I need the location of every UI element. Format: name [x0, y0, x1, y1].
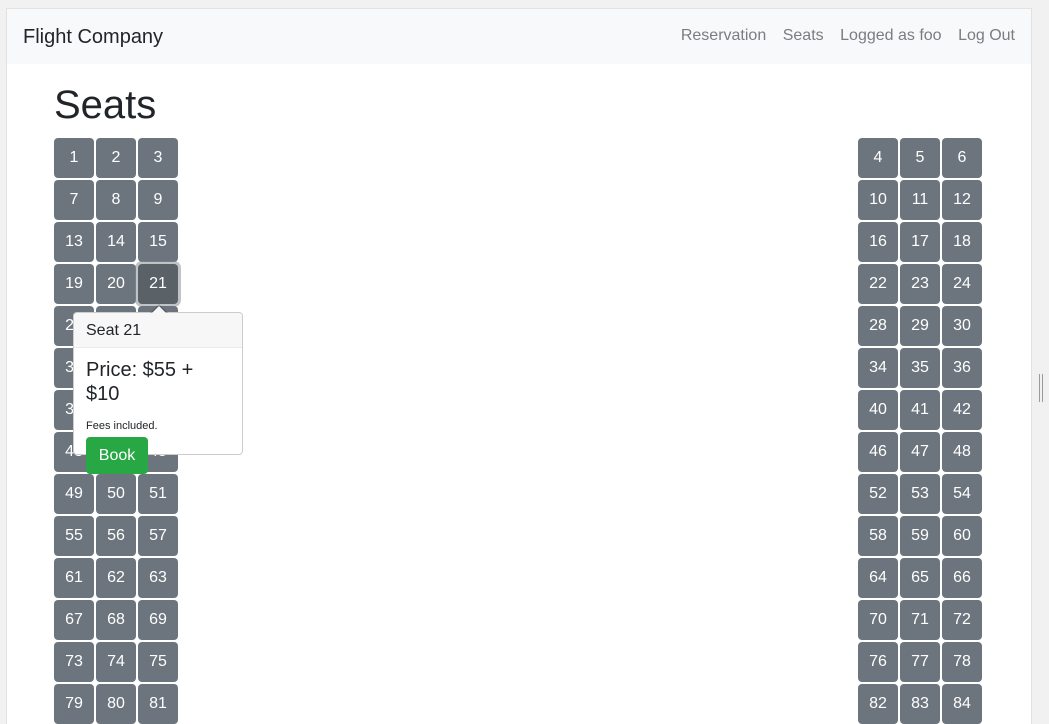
nav-logout-link[interactable]: Log Out [958, 26, 1015, 46]
seat-price: Price: $55 + $10 [86, 359, 194, 405]
seat-button[interactable]: 46 [858, 432, 898, 472]
seat-button[interactable]: 64 [858, 558, 898, 598]
seat-button[interactable]: 75 [138, 642, 178, 682]
seat-button[interactable]: 80 [96, 684, 136, 724]
resize-handle-icon[interactable] [1038, 374, 1044, 402]
seat-button[interactable]: 57 [138, 516, 178, 556]
seat-button[interactable]: 13 [54, 222, 94, 262]
seat-button[interactable]: 10 [858, 180, 898, 220]
seat-grid-right: 4 5 6 10 11 12 16 17 18 22 23 24 28 29 30 34 35 36 40 41 42 4… [858, 138, 982, 724]
seat-button[interactable]: 28 [858, 306, 898, 346]
seat-button[interactable]: 56 [96, 516, 136, 556]
seat-button[interactable]: 81 [138, 684, 178, 724]
seat-button[interactable]: 12 [942, 180, 982, 220]
seat-button[interactable]: 21 [138, 264, 178, 304]
seat-button[interactable]: 84 [942, 684, 982, 724]
seat-button[interactable]: 58 [858, 516, 898, 556]
seat-button[interactable]: 68 [96, 600, 136, 640]
seat-button[interactable]: 47 [900, 432, 940, 472]
seat-button[interactable]: 67 [54, 600, 94, 640]
seat-button[interactable]: 11 [900, 180, 940, 220]
seat-button[interactable]: 62 [96, 558, 136, 598]
seat-button[interactable]: 14 [96, 222, 136, 262]
seat-button[interactable]: 41 [900, 390, 940, 430]
seat-button[interactable]: 8 [96, 180, 136, 220]
seat-button[interactable]: 17 [900, 222, 940, 262]
seat-button[interactable]: 2 [96, 138, 136, 178]
nav-links: Reservation Seats Logged as foo Log Out [664, 26, 1015, 46]
seat-button[interactable]: 48 [942, 432, 982, 472]
seat-button[interactable]: 55 [54, 516, 94, 556]
seat-button[interactable]: 65 [900, 558, 940, 598]
seat-button[interactable]: 1 [54, 138, 94, 178]
seat-button[interactable]: 20 [96, 264, 136, 304]
seat-button[interactable]: 7 [54, 180, 94, 220]
seat-button[interactable]: 71 [900, 600, 940, 640]
seat-button[interactable]: 40 [858, 390, 898, 430]
seat-button[interactable]: 4 [858, 138, 898, 178]
seat-button[interactable]: 60 [942, 516, 982, 556]
seat-button[interactable]: 76 [858, 642, 898, 682]
seat-button[interactable]: 79 [54, 684, 94, 724]
seat-button[interactable]: 74 [96, 642, 136, 682]
seat-button[interactable]: 59 [900, 516, 940, 556]
seat-button[interactable]: 73 [54, 642, 94, 682]
seat-button[interactable]: 5 [900, 138, 940, 178]
seat-button[interactable]: 69 [138, 600, 178, 640]
nav-user-link[interactable]: Logged as foo [840, 26, 941, 46]
browser-page: Flight Company Reservation Seats Logged … [6, 8, 1032, 724]
seat-button[interactable]: 24 [942, 264, 982, 304]
seat-button[interactable]: 36 [942, 348, 982, 388]
fees-note: Fees included. [86, 420, 158, 432]
seat-button[interactable]: 53 [900, 474, 940, 514]
seat-button[interactable]: 35 [900, 348, 940, 388]
seat-button[interactable]: 78 [942, 642, 982, 682]
seat-button[interactable]: 52 [858, 474, 898, 514]
seat-button[interactable]: 72 [942, 600, 982, 640]
seat-button[interactable]: 29 [900, 306, 940, 346]
seat-button[interactable]: 83 [900, 684, 940, 724]
page-title: Seats [54, 83, 157, 127]
seat-button[interactable]: 70 [858, 600, 898, 640]
seat-button[interactable]: 63 [138, 558, 178, 598]
seat-button[interactable]: 82 [858, 684, 898, 724]
brand-link[interactable]: Flight Company [23, 24, 163, 50]
seat-button[interactable]: 18 [942, 222, 982, 262]
nav-seats-link[interactable]: Seats [783, 26, 824, 46]
seat-button[interactable]: 34 [858, 348, 898, 388]
popover-title: Seat 21 [74, 313, 242, 348]
seat-popover: Seat 21 Price: $55 + $10 Fees included. … [73, 304, 243, 474]
seat-button[interactable]: 9 [138, 180, 178, 220]
seat-button[interactable]: 77 [900, 642, 940, 682]
seat-button[interactable]: 54 [942, 474, 982, 514]
popover-body: Price: $55 + $10 Fees included. Book [74, 348, 242, 484]
seat-button[interactable]: 23 [900, 264, 940, 304]
seat-button[interactable]: 66 [942, 558, 982, 598]
seat-button[interactable]: 61 [54, 558, 94, 598]
seat-button[interactable]: 42 [942, 390, 982, 430]
book-button[interactable]: Book [86, 437, 148, 474]
seat-button[interactable]: 30 [942, 306, 982, 346]
navbar: Flight Company Reservation Seats Logged … [7, 9, 1031, 64]
seat-button[interactable]: 15 [138, 222, 178, 262]
seat-button[interactable]: 6 [942, 138, 982, 178]
seat-button[interactable]: 16 [858, 222, 898, 262]
seat-button[interactable]: 22 [858, 264, 898, 304]
nav-reservation-link[interactable]: Reservation [681, 26, 766, 46]
seat-button[interactable]: 19 [54, 264, 94, 304]
seat-button[interactable]: 3 [138, 138, 178, 178]
